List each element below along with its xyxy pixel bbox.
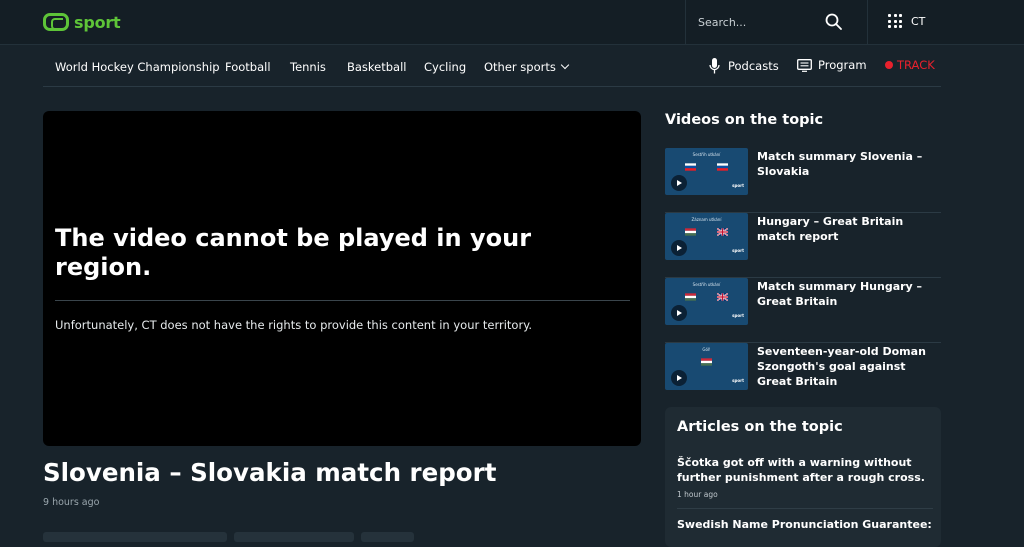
podcasts-label: Podcasts <box>728 59 779 73</box>
video-title[interactable]: Match summary Hungary – Great Britain <box>757 279 937 309</box>
thumbnail-caption: Gól! <box>702 347 711 352</box>
program-link[interactable]: Program <box>797 58 867 72</box>
other-sports-label: Other sports <box>484 60 556 74</box>
thumbnail-logo: sport <box>732 378 744 383</box>
chevron-down-icon <box>560 60 570 70</box>
main-nav: World Hockey Championship Football Tenni… <box>43 46 941 87</box>
logo-text: sport <box>74 12 121 32</box>
articles-panel: Articles on the topic Ščotka got off wit… <box>665 407 941 547</box>
article-link[interactable]: Ščotka got off with a warning without fu… <box>677 455 933 485</box>
video-error-title: The video cannot be played in your regio… <box>55 224 532 281</box>
nav-item-basketball[interactable]: Basketball <box>347 60 407 74</box>
nav-item-cycling[interactable]: Cycling <box>424 60 466 74</box>
hungary-flag-icon <box>701 358 712 366</box>
hungary-flag-icon <box>685 293 696 301</box>
thumbnail-caption: Sestřih utkání <box>692 282 721 287</box>
search-icon[interactable] <box>825 13 842 30</box>
play-icon[interactable] <box>671 305 687 321</box>
thumbnail-logo: sport <box>732 248 744 253</box>
great-britain-flag-icon <box>717 228 728 236</box>
track-label: TRACK <box>897 58 935 72</box>
video-thumbnail: Sestřih utkání sport <box>665 148 748 195</box>
article-timestamp: 9 hours ago <box>43 497 100 508</box>
nav-item-world-hockey-championship[interactable]: World Hockey Championship <box>55 60 220 74</box>
nav-item-other-sports[interactable]: Other sports <box>484 60 570 74</box>
play-icon[interactable] <box>671 175 687 191</box>
video-list-item[interactable]: Sestřih utkání sport Match summary Hunga… <box>665 278 941 343</box>
divider <box>55 300 630 301</box>
grid-icon <box>888 14 902 28</box>
videos-heading: Videos on the topic <box>665 112 824 128</box>
video-player[interactable]: The video cannot be played in your regio… <box>43 111 641 446</box>
tag-chip[interactable] <box>234 532 354 542</box>
video-title[interactable]: Hungary – Great Britain match report <box>757 214 937 244</box>
video-list-item[interactable]: Gól! sport Seventeen-year-old Doman Szon… <box>665 343 941 408</box>
hungary-flag-icon <box>685 228 696 236</box>
live-dot-icon <box>885 61 893 69</box>
thumbnail-caption: Sestřih utkání <box>692 152 721 157</box>
video-list-item[interactable]: Záznam utkání sport Hungary – Great Brit… <box>665 213 941 278</box>
slovakia-flag-icon <box>717 163 728 171</box>
track-link[interactable]: TRACK <box>885 58 935 72</box>
video-title[interactable]: Match summary Slovenia – Slovakia <box>757 149 937 179</box>
thumbnail-caption: Záznam utkání <box>691 217 722 222</box>
video-list-item[interactable]: Sestřih utkání sport Match summary Slove… <box>665 148 941 213</box>
thumbnail-logo: sport <box>732 183 744 188</box>
play-icon[interactable] <box>671 370 687 386</box>
ct-sport-logo[interactable]: sport <box>43 12 121 32</box>
search-input[interactable] <box>698 13 818 31</box>
search-box <box>685 0 868 45</box>
podcasts-link[interactable]: Podcasts <box>709 58 779 74</box>
slovenia-flag-icon <box>685 163 696 171</box>
program-icon <box>797 58 812 72</box>
video-thumbnail: Sestřih utkání sport <box>665 278 748 325</box>
video-title[interactable]: Seventeen-year-old Doman Szongoth's goal… <box>757 344 937 389</box>
tag-chip[interactable] <box>43 532 227 542</box>
video-error-message: Unfortunately, CT does not have the righ… <box>55 318 533 332</box>
video-thumbnail: Gól! sport <box>665 343 748 390</box>
article-timestamp: 1 hour ago <box>677 490 718 499</box>
article-link[interactable]: Swedish Name Pronunciation Guarantee: <box>677 518 933 531</box>
page-title: Slovenia – Slovakia match report <box>43 458 497 487</box>
articles-heading: Articles on the topic <box>677 419 843 435</box>
ct-logo-icon <box>43 13 69 31</box>
top-bar: sport CT <box>0 0 1024 45</box>
divider <box>677 508 933 509</box>
program-label: Program <box>818 58 867 72</box>
great-britain-flag-icon <box>717 293 728 301</box>
thumbnail-logo: sport <box>732 313 744 318</box>
play-icon[interactable] <box>671 240 687 256</box>
apps-label: CT <box>911 14 926 28</box>
nav-item-football[interactable]: Football <box>225 60 271 74</box>
nav-item-tennis[interactable]: Tennis <box>290 60 326 74</box>
video-thumbnail: Záznam utkání sport <box>665 213 748 260</box>
microphone-icon <box>709 58 720 74</box>
ct-apps-button[interactable]: CT <box>888 14 925 28</box>
tag-chip[interactable] <box>361 532 414 542</box>
